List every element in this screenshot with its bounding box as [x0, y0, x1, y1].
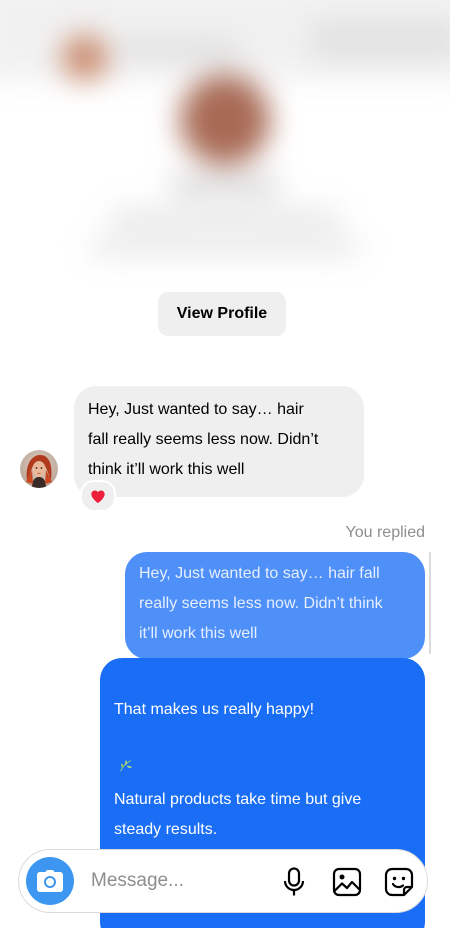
- you-replied-label: You replied: [345, 524, 425, 541]
- camera-icon: [37, 870, 63, 892]
- heart-icon: [91, 490, 105, 503]
- chat-screen: View Profile Hey, Just wanted to say… ha…: [0, 0, 450, 928]
- heart-reaction[interactable]: [80, 480, 116, 512]
- microphone-button[interactable]: [278, 866, 310, 898]
- sticker-button[interactable]: [383, 866, 415, 898]
- gallery-button[interactable]: [331, 866, 363, 898]
- quoted-message-bubble[interactable]: Hey, Just wanted to say… hair fall reall…: [125, 552, 425, 659]
- sender-avatar[interactable]: [20, 450, 58, 488]
- leaf-icon: [118, 725, 134, 785]
- sticker-icon: [384, 867, 414, 897]
- blurred-profile-header: [0, 0, 450, 300]
- view-profile-button[interactable]: View Profile: [158, 292, 286, 336]
- incoming-message-bubble[interactable]: Hey, Just wanted to say… hair fall reall…: [74, 386, 364, 497]
- message-input[interactable]: [91, 864, 261, 898]
- reply-indicator-bar: [429, 552, 431, 654]
- outgoing-message-line1: That makes us really happy!: [114, 701, 315, 718]
- camera-button[interactable]: [26, 857, 74, 905]
- image-icon: [332, 867, 362, 897]
- microphone-icon: [283, 867, 305, 896]
- message-composer: [18, 849, 428, 913]
